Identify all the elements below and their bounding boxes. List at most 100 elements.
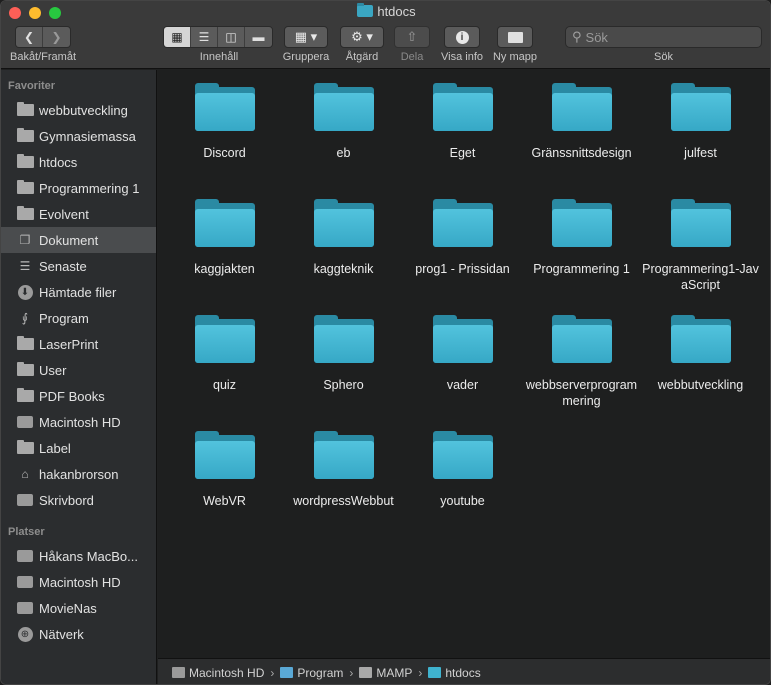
sidebar-item[interactable]: htdocs: [1, 149, 156, 175]
chevron-left-icon: ❮: [23, 30, 35, 44]
network-icon: ⊕: [16, 626, 34, 642]
icon-view-button[interactable]: ▦: [164, 27, 191, 47]
sidebar-item[interactable]: ⊕ Nätverk: [1, 621, 156, 647]
recents-icon: ☰: [19, 259, 31, 273]
list-view-button[interactable]: ☰: [191, 27, 218, 47]
sidebar-item[interactable]: ⌂ hakanbrorson: [1, 461, 156, 487]
folder-icon: [432, 431, 493, 479]
sidebar-item[interactable]: PDF Books: [1, 383, 156, 409]
group-grid-icon: ▦ ▾: [294, 29, 318, 44]
laptop-icon: [16, 548, 34, 564]
sidebar-item[interactable]: Håkans MacBo...: [1, 543, 156, 569]
search-input[interactable]: [585, 29, 746, 45]
folder-item[interactable]: WebVR: [165, 431, 284, 509]
sidebar-item-label: Håkans MacBo...: [39, 548, 138, 564]
folder-item[interactable]: prog1 - Prissidan: [403, 199, 522, 277]
folder-icon: [551, 199, 612, 247]
folder-item[interactable]: Programmering 1: [522, 199, 641, 277]
home-icon: ⌂: [21, 467, 29, 481]
folder-icon: [313, 315, 374, 363]
folder-item[interactable]: kaggjakten: [165, 199, 284, 277]
folder-item[interactable]: vader: [403, 315, 522, 393]
gear-icon: ⚙ ▾: [351, 29, 373, 44]
sidebar-item[interactable]: ☰ Senaste: [1, 253, 156, 279]
toolbar: htdocs ❮ ❯ Bakåt/Framåt ▦ ☰ ◫ ▬ Innehåll…: [1, 1, 770, 69]
search-field[interactable]: ⚲: [565, 26, 762, 48]
sidebar-item[interactable]: User: [1, 357, 156, 383]
get-info-button[interactable]: i: [444, 26, 480, 48]
folder-label: prog1 - Prissidan: [415, 262, 510, 276]
folder-item[interactable]: Gränssnittsdesign: [522, 83, 641, 161]
folder-icon: [357, 3, 374, 17]
sidebar-item[interactable]: Label: [1, 435, 156, 461]
folder-icon: [16, 336, 34, 352]
column-view-button[interactable]: ◫: [218, 27, 245, 47]
folder-icon: [194, 83, 255, 131]
list-icon: ☰: [198, 30, 210, 44]
new-folder-label: Ny mapp: [492, 51, 538, 63]
sidebar-item[interactable]: MovieNas: [1, 595, 156, 621]
path-crumb[interactable]: Macintosh HD: [172, 666, 264, 680]
path-crumb-label: Macintosh HD: [189, 665, 265, 680]
action-button[interactable]: ⚙ ▾: [340, 26, 384, 48]
gallery-view-button[interactable]: ▬: [245, 27, 272, 47]
gallery-icon: ▬: [252, 30, 265, 44]
sidebar-item[interactable]: Macintosh HD: [1, 409, 156, 435]
search-icon: ⚲: [572, 29, 582, 44]
sidebar-item[interactable]: Skrivbord: [1, 487, 156, 513]
folder-icon: [194, 199, 255, 247]
folder-label: vader: [446, 378, 479, 392]
sidebar-item-label: Programmering 1: [39, 180, 140, 196]
sidebar-item[interactable]: Macintosh HD: [1, 569, 156, 595]
folder-item[interactable]: youtube: [403, 431, 522, 509]
group-button[interactable]: ▦ ▾: [284, 26, 328, 48]
sidebar-item[interactable]: ⬇ Hämtade filer: [1, 279, 156, 305]
folder-item[interactable]: kaggteknik: [284, 199, 403, 277]
new-folder-button[interactable]: [497, 26, 533, 48]
folder-icon: [428, 667, 442, 678]
path-crumb[interactable]: MAMP: [359, 666, 412, 680]
folder-label: youtube: [440, 494, 485, 508]
folder-item[interactable]: quiz: [165, 315, 284, 393]
sidebar-item-label: Hämtade filer: [39, 284, 117, 300]
path-crumb[interactable]: htdocs: [428, 666, 481, 680]
chevron-right-icon: ❯: [51, 30, 62, 44]
desktop-icon: [16, 492, 34, 508]
folder-item[interactable]: webbutveckling: [641, 315, 760, 393]
sidebar-item[interactable]: ⨚ Program: [1, 305, 156, 331]
folder-label: Discord: [203, 146, 246, 160]
document-icon: ❐: [19, 233, 31, 247]
folder-item[interactable]: Eget: [403, 83, 522, 161]
folder-item[interactable]: julfest: [641, 83, 760, 161]
sidebar-item[interactable]: Gymnasiemassa: [1, 123, 156, 149]
folder-item[interactable]: Sphero: [284, 315, 403, 393]
folder-icon: [551, 83, 612, 131]
forward-button[interactable]: ❯: [43, 27, 70, 47]
path-bar: Macintosh HD › Program › MAMP › htdocs: [158, 658, 770, 684]
folder-label: kaggteknik: [313, 262, 374, 276]
sidebar-item-label: Dokument: [39, 232, 99, 248]
folder-item[interactable]: wordpressWebbut: [284, 431, 403, 509]
columns-icon: ◫: [225, 30, 237, 44]
path-crumb[interactable]: Program: [280, 666, 343, 680]
folder-item[interactable]: Discord: [165, 83, 284, 161]
sidebar-item[interactable]: webbutveckling: [1, 97, 156, 123]
share-button[interactable]: ⇧: [394, 26, 430, 48]
folder-icon: [194, 431, 255, 479]
sidebar-item-label: LaserPrint: [39, 336, 99, 352]
sidebar-item[interactable]: ❐ Dokument: [1, 227, 156, 253]
folder-label: webbserverprogrammering: [525, 378, 638, 408]
folder-item[interactable]: eb: [284, 83, 403, 161]
folder-item[interactable]: Programmering1-JavaScript: [641, 199, 760, 293]
folder-label: webbutveckling: [657, 378, 744, 392]
window-title: htdocs: [1, 3, 770, 19]
folder-label: julfest: [684, 146, 717, 160]
sidebar-item-label: User: [39, 362, 67, 378]
folder-item[interactable]: webbserverprogrammering: [522, 315, 641, 409]
sidebar-item[interactable]: LaserPrint: [1, 331, 156, 357]
folder-icon: [16, 362, 34, 378]
group-label: Gruppera: [282, 51, 330, 63]
sidebar-item[interactable]: Evolvent: [1, 201, 156, 227]
back-button[interactable]: ❮: [16, 27, 43, 47]
sidebar-item[interactable]: Programmering 1: [1, 175, 156, 201]
